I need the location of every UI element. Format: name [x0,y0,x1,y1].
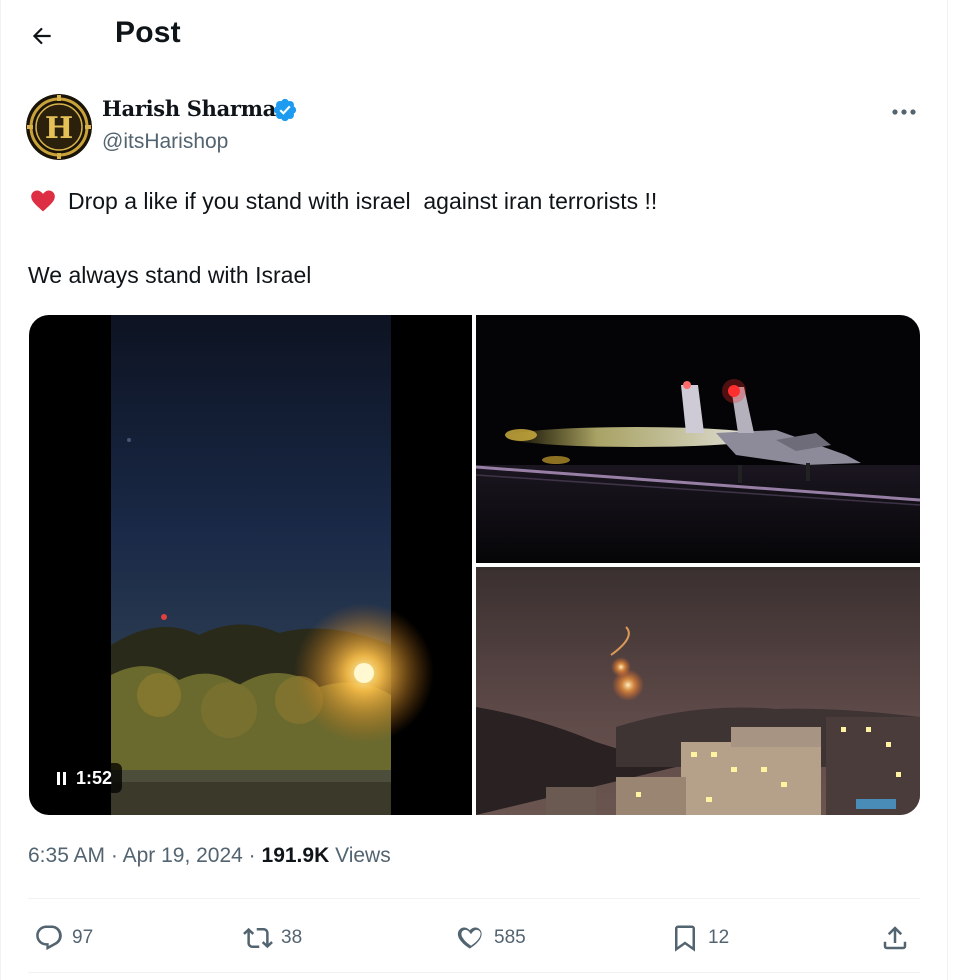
reply-count: 97 [72,927,94,948]
post-text-1: Drop a like if you stand with israel aga… [68,188,658,214]
media-image-city[interactable] [476,567,920,815]
reply-button[interactable]: 97 [34,920,93,956]
video-duration-badge: 1:52 [47,763,123,793]
heart-outline-icon [457,927,482,949]
reply-icon [36,925,62,951]
views-count: 191.9K [261,844,330,867]
bookmark-button[interactable]: 12 [670,920,729,956]
pause-icon[interactable] [57,771,66,785]
avatar[interactable]: H [26,94,92,160]
more-options-button[interactable] [884,96,924,128]
verified-badge-icon [273,98,297,122]
back-button[interactable] [22,16,62,56]
post-meta: 6:35 AM · Apr 19, 2024 · 191.9K Views [28,844,391,868]
author-name[interactable]: Harish Sharma [102,96,276,121]
like-count: 585 [494,927,526,948]
post-date[interactable]: Apr 19, 2024 [123,844,243,867]
media-image-jet[interactable] [476,315,920,563]
post-text-line-2: We always stand with Israel [28,262,312,288]
repost-icon [243,927,273,949]
bookmark-icon [675,925,695,952]
like-button[interactable]: 585 [456,920,526,956]
divider-bottom [28,972,920,973]
share-button[interactable] [880,920,910,956]
post-time[interactable]: 6:35 AM [28,844,105,867]
meta-separator-1: · [105,844,123,867]
media-grid: 1:52 [29,315,920,815]
bookmark-count: 12 [708,927,730,948]
arrow-left-icon [32,27,51,45]
top-bar: Post [0,0,948,72]
avatar-letter: H [45,111,73,146]
divider [28,898,920,899]
page-title: Post [115,16,181,49]
more-dots-icon [892,109,916,115]
repost-count: 38 [281,927,303,948]
author-handle[interactable]: @itsHarishop [102,130,228,154]
meta-separator-2: · [242,844,262,867]
video-duration: 1:52 [76,767,113,788]
video-thumbnail[interactable]: 1:52 [29,315,472,815]
heart-icon [31,190,55,212]
views-label: Views [329,844,391,867]
share-icon [883,926,907,950]
post-text-line-1: Drop a like if you stand with israel aga… [28,186,657,215]
repost-button[interactable]: 38 [243,920,302,956]
